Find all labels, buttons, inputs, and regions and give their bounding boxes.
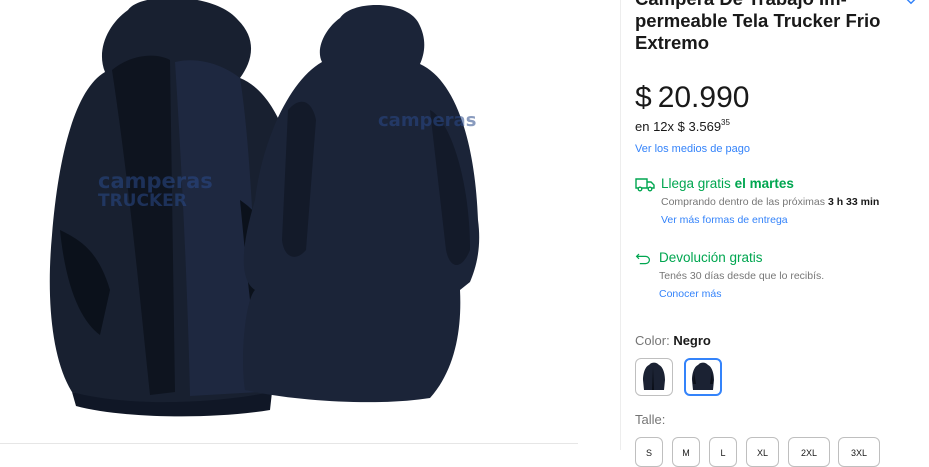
product-title-line: permeable Tela Trucker Frio — [635, 10, 881, 31]
panel-divider — [620, 0, 621, 450]
returns-info: Devolución gratis Tenés 30 días desde qu… — [635, 250, 824, 300]
color-label: Color: Negro — [635, 333, 711, 348]
returns-title: Devolución gratis — [659, 250, 763, 265]
shipping-day: el martes — [734, 176, 794, 191]
size-option[interactable]: 2XL — [788, 437, 830, 467]
shipping-deadline-prefix: Comprando dentro de las próximas — [661, 196, 826, 208]
shipping-deadline-time: 3 h 33 min — [827, 196, 880, 208]
jacket-back-thumbnail — [692, 362, 714, 390]
return-arrow-icon — [635, 253, 651, 265]
installments-prefix: en 12x — [635, 119, 675, 134]
shipping-info: Llega gratis el martes Comprando dentro … — [635, 176, 879, 226]
price: $ 20.990 — [635, 80, 749, 116]
installments: en 12x $ 3.56935 — [635, 118, 730, 134]
product-image[interactable]: camperas TRUCKER camperas — [0, 0, 620, 450]
shipping-free: Llega gratis — [661, 176, 731, 191]
color-value: Negro — [673, 333, 711, 348]
size-option[interactable]: XL — [746, 437, 779, 467]
product-title: Campera De Trabajo Im- permeable Tela Tr… — [635, 0, 900, 54]
payment-methods-link[interactable]: Ver los medios de pago — [635, 143, 750, 155]
size-option[interactable]: S — [635, 437, 663, 467]
jacket-front-thumbnail — [643, 362, 665, 390]
shipping-title: Llega gratis el martes — [661, 176, 879, 191]
installment-cents: 35 — [721, 118, 730, 127]
size-label: Talle: — [635, 412, 666, 427]
gallery-divider — [0, 443, 578, 444]
truck-icon — [635, 178, 655, 192]
buy-box: Campera De Trabajo Im- permeable Tela Tr… — [635, 0, 929, 467]
watermark-front-line1: camperas — [98, 169, 213, 193]
product-title-line: Extremo — [635, 32, 710, 53]
returns-more-link[interactable]: Conocer más — [659, 288, 824, 300]
size-option[interactable]: M — [672, 437, 700, 467]
returns-sub: Tenés 30 días desde que lo recibís. — [659, 270, 825, 282]
watermark-front-line2: TRUCKER — [98, 191, 187, 211]
color-swatch-front[interactable] — [635, 358, 673, 396]
shipping-deadline: Comprando dentro de las próximas 3 h 33 … — [661, 196, 879, 208]
price-currency: $ — [635, 81, 652, 114]
price-amount: 20.990 — [657, 81, 750, 114]
installment-amount: $ 3.569 — [677, 119, 722, 134]
heart-icon[interactable] — [900, 0, 922, 6]
watermark-back: camperas — [378, 110, 476, 131]
color-label-text: Color: — [635, 333, 670, 348]
product-gallery[interactable]: camperas TRUCKER camperas — [0, 0, 620, 450]
size-option[interactable]: L — [709, 437, 737, 467]
more-shipping-link[interactable]: Ver más formas de entrega — [661, 214, 879, 226]
color-swatch-back-selected[interactable] — [684, 358, 722, 396]
product-title-line: Campera De Trabajo Im- — [635, 0, 847, 9]
jacket-back-image: camperas — [243, 4, 480, 403]
size-option[interactable]: 3XL — [838, 437, 880, 467]
